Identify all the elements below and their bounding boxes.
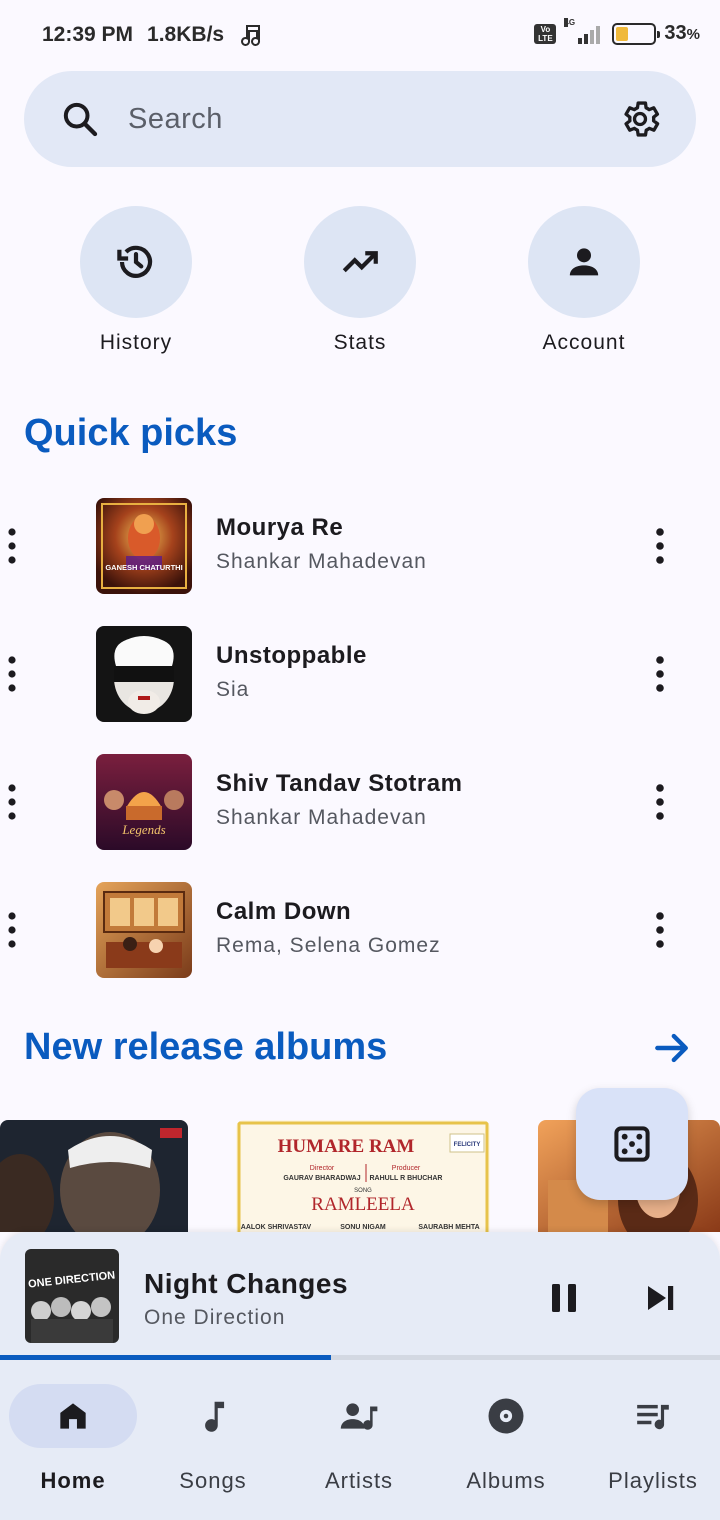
album-art: GANESH CHATURTHI	[96, 498, 192, 594]
nav-item-albums[interactable]: Albums	[433, 1384, 579, 1494]
status-bar: 12:39 PM 1.8KB/s Vo LTE 4G 33%	[0, 0, 720, 70]
quick-picks-title: Quick picks	[24, 412, 238, 454]
now-playing-title: Night Changes	[144, 1268, 349, 1299]
svg-text:SONU NIGAM: SONU NIGAM	[340, 1224, 386, 1231]
network-type: 4G	[564, 17, 576, 27]
album-art-text: Legends	[121, 822, 165, 837]
artist-icon	[340, 1403, 378, 1430]
nav-item-home[interactable]: Home	[0, 1384, 146, 1494]
search-input[interactable]	[128, 95, 598, 143]
dice-icon	[614, 1126, 650, 1162]
more-vert-icon[interactable]	[644, 524, 676, 568]
stats-label: Stats	[333, 331, 387, 354]
svg-text:RAMLEELA: RAMLEELA	[311, 1194, 415, 1215]
gear-icon[interactable]	[618, 97, 662, 141]
bottom-navigation: Home Songs Artists Albums Playlists	[0, 1360, 720, 1520]
svg-text:SAURABH MEHTA: SAURABH MEHTA	[418, 1224, 479, 1231]
album-card[interactable]	[0, 1120, 188, 1232]
drag-handle-icon[interactable]	[4, 654, 20, 694]
nav-item-artists[interactable]: Artists	[286, 1384, 432, 1494]
new-releases-title: New release albums	[24, 1026, 388, 1068]
now-playing-artist: One Direction	[144, 1306, 286, 1329]
battery-percent: 33	[664, 22, 687, 44]
svg-text:AALOK SHRIVASTAV: AALOK SHRIVASTAV	[241, 1224, 312, 1231]
account-shortcut[interactable]: Account	[504, 206, 664, 355]
nav-label: Home	[40, 1468, 106, 1493]
song-title: Shiv Tandav Stotram	[216, 770, 463, 797]
song-row[interactable]: Unstoppable Sia	[0, 622, 720, 726]
history-shortcut[interactable]: History	[56, 206, 216, 355]
song-row[interactable]: Legends Shiv Tandav Stotram Shankar Maha…	[0, 750, 720, 854]
search-icon[interactable]	[60, 99, 100, 139]
nav-label: Playlists	[608, 1468, 698, 1493]
svg-text:FELICITY: FELICITY	[454, 1142, 481, 1148]
playlist-icon	[637, 1404, 669, 1430]
now-playing-art: ONE DIRECTION	[25, 1249, 119, 1343]
battery-icon	[612, 22, 661, 45]
svg-text:Producer: Producer	[392, 1165, 421, 1172]
history-label: History	[99, 331, 173, 354]
svg-text:Director: Director	[310, 1165, 335, 1172]
clock: 12:39 PM	[42, 23, 134, 46]
music-note-icon	[205, 1401, 225, 1432]
drag-handle-icon[interactable]	[4, 526, 20, 566]
song-row[interactable]: Calm Down Rema, Selena Gomez	[0, 878, 720, 982]
signal-icon: 4G	[564, 17, 604, 44]
nav-label: Songs	[179, 1468, 247, 1493]
album-art-text: GANESH CHATURTHI	[105, 563, 182, 572]
drag-handle-icon[interactable]	[4, 782, 20, 822]
skip-next-icon[interactable]	[636, 1274, 684, 1322]
pause-icon[interactable]	[540, 1274, 588, 1322]
trending-up-icon	[342, 251, 378, 273]
song-artist: Shankar Mahadevan	[216, 806, 427, 829]
album-icon	[488, 1398, 524, 1434]
nav-item-songs[interactable]: Songs	[140, 1384, 286, 1494]
song-artist: Rema, Selena Gomez	[216, 934, 441, 957]
network-speed: 1.8KB/s	[147, 23, 225, 46]
drag-handle-icon[interactable]	[4, 910, 20, 950]
nav-label: Artists	[324, 1468, 394, 1493]
svg-text:RAHULL R BHUCHAR: RAHULL R BHUCHAR	[370, 1175, 443, 1182]
song-title: Unstoppable	[216, 642, 367, 669]
volte-icon: Vo LTE	[534, 23, 557, 44]
song-artist: Shankar Mahadevan	[216, 550, 427, 573]
nav-item-playlists[interactable]: Playlists	[580, 1384, 720, 1494]
album-art	[96, 882, 192, 978]
battery-unit: %	[686, 26, 700, 43]
album-art: Legends	[96, 754, 192, 850]
album-card[interactable]: HUMARE RAM FELICITY Director GAURAV BHAR…	[236, 1120, 490, 1232]
search-bar[interactable]	[24, 71, 696, 167]
more-vert-icon[interactable]	[644, 908, 676, 952]
history-icon	[117, 245, 153, 278]
person-icon	[569, 248, 599, 276]
song-title: Calm Down	[216, 898, 352, 925]
stats-shortcut[interactable]: Stats	[280, 206, 440, 355]
mini-player[interactable]: ONE DIRECTION Night Changes One Directio…	[0, 1232, 720, 1362]
album-title-text: HUMARE RAM	[278, 1136, 415, 1157]
arrow-forward-icon[interactable]	[650, 1026, 694, 1070]
song-title: Mourya Re	[216, 514, 344, 541]
music-notification-icon	[241, 25, 261, 46]
song-artist: Sia	[216, 678, 250, 701]
more-vert-icon[interactable]	[644, 780, 676, 824]
album-art	[96, 626, 192, 722]
nav-label: Albums	[466, 1468, 546, 1493]
more-vert-icon[interactable]	[644, 652, 676, 696]
home-icon	[60, 1403, 86, 1429]
shuffle-fab[interactable]	[576, 1088, 688, 1200]
svg-text:GAURAV BHARADWAJ: GAURAV BHARADWAJ	[283, 1175, 360, 1182]
account-label: Account	[542, 331, 626, 354]
song-row[interactable]: GANESH CHATURTHI Mourya Re Shankar Mahad…	[0, 494, 720, 598]
